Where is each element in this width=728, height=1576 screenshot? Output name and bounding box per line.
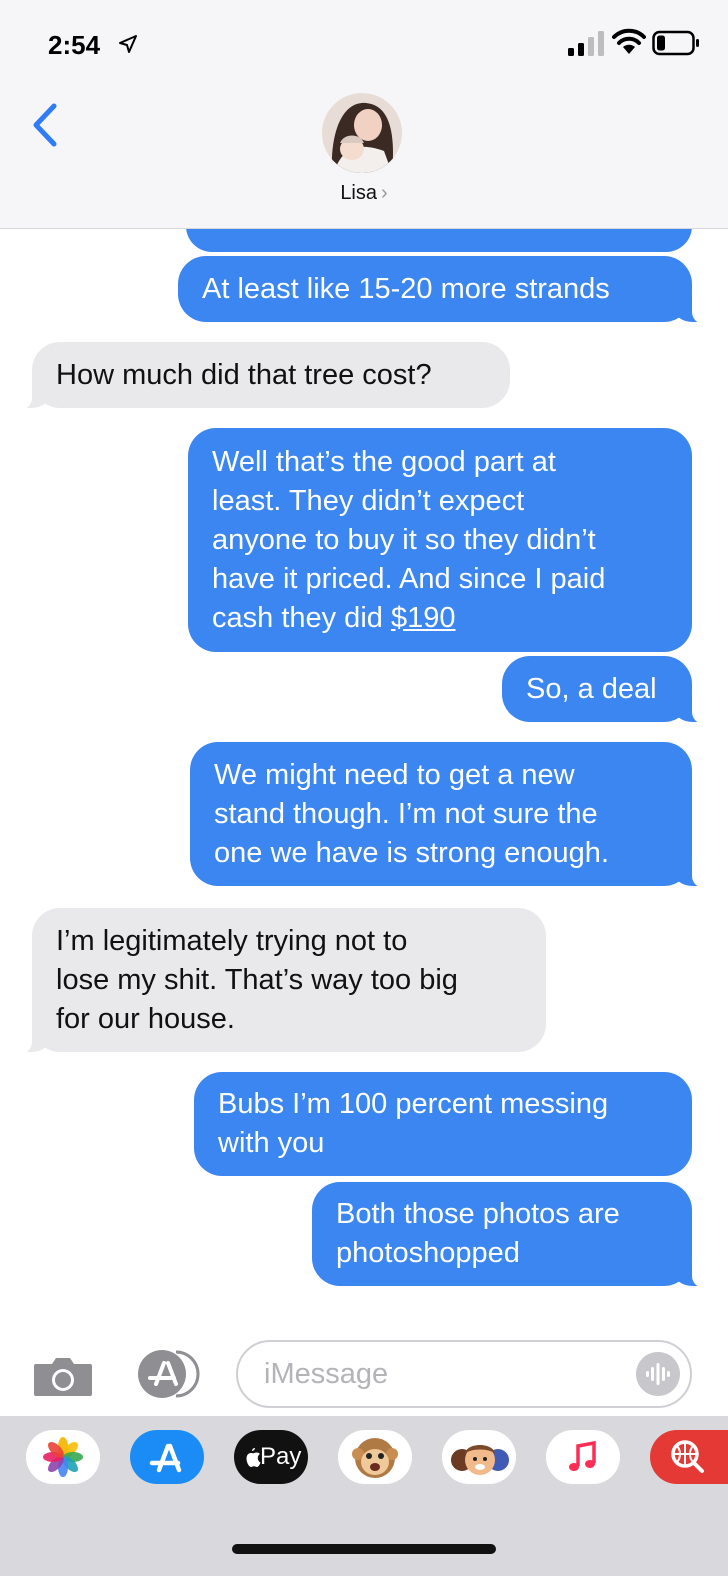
- message-text: At least like 15-20 more strands: [202, 272, 610, 305]
- message-bubble-sent[interactable]: At least like 15-20 more strands: [178, 256, 714, 324]
- message-text: stand though. I’m not sure the: [214, 797, 598, 830]
- web-search-app-icon[interactable]: [650, 1430, 728, 1484]
- message-bubble-sent[interactable]: Well that’s the good part at least. They…: [188, 428, 692, 652]
- message-text: lose my shit. That’s way too big: [56, 963, 458, 996]
- conversation-header: 2:54 Lisa ›: [0, 0, 728, 229]
- message-text-last-line: cash they did $190: [212, 599, 668, 638]
- photos-icon: [43, 1437, 83, 1477]
- message-text: Well that’s the good part at: [212, 445, 556, 478]
- message-text: So, a deal: [526, 672, 657, 705]
- contact-name-text: Lisa: [340, 182, 378, 204]
- message-text: for our house.: [56, 1002, 235, 1035]
- message-text: anyone to buy it so they didn’t: [212, 523, 596, 556]
- memoji-app-icon[interactable]: [442, 1430, 516, 1484]
- imessage-placeholder: iMessage: [264, 1358, 389, 1390]
- apple-pay-label: Pay: [260, 1443, 302, 1470]
- status-time: 2:54: [48, 30, 101, 60]
- memoji-icon: [451, 1445, 509, 1475]
- location-arrow-icon: [119, 35, 137, 53]
- wifi-icon: [612, 28, 646, 54]
- contact-photo: [322, 93, 402, 173]
- message-text: How much did that tree cost?: [56, 358, 432, 391]
- message-text: least. They didn’t expect: [212, 484, 525, 517]
- web-search-icon: [671, 1440, 704, 1473]
- music-icon: [569, 1440, 596, 1471]
- message-text: with you: [218, 1127, 325, 1159]
- animoji-app-icon[interactable]: [338, 1430, 412, 1484]
- message-text: I’m legitimately trying not to: [56, 924, 408, 957]
- message-text: Both those photos are: [336, 1198, 620, 1230]
- app-store-button-icon[interactable]: [136, 1348, 202, 1400]
- apple-pay-app-icon[interactable]: Pay: [234, 1430, 308, 1484]
- contact-avatar[interactable]: [322, 93, 402, 173]
- contact-name[interactable]: Lisa ›: [0, 182, 728, 205]
- back-chevron-icon[interactable]: [28, 100, 62, 150]
- chevron-right-icon: ›: [381, 182, 388, 204]
- message-text: Bubs I’m 100 percent messing: [218, 1088, 609, 1120]
- audio-record-icon[interactable]: [636, 1352, 680, 1396]
- price-link[interactable]: $190: [391, 602, 456, 634]
- battery-icon: [652, 30, 699, 56]
- home-indicator[interactable]: [232, 1544, 496, 1554]
- message-text: cash they did: [212, 601, 391, 634]
- app-store-icon: [149, 1443, 182, 1473]
- imessage-input[interactable]: iMessage: [236, 1340, 692, 1408]
- message-bubble-sent[interactable]: So, a deal: [502, 656, 714, 724]
- message-bubble-sent[interactable]: Bubs I’m 100 percent messing with you: [194, 1072, 692, 1176]
- message-text: photoshopped: [336, 1237, 520, 1269]
- message-bubble-received[interactable]: How much did that tree cost?: [10, 342, 510, 410]
- message-bubble-sent[interactable]: We might need to get a new stand though.…: [190, 742, 714, 888]
- message-bubble-received[interactable]: I’m legitimately trying not to lose my s…: [10, 908, 546, 1054]
- cellular-signal-icon: [568, 31, 604, 56]
- message-text: one we have is strong enough.: [214, 836, 609, 869]
- camera-icon[interactable]: [32, 1354, 94, 1398]
- animoji-icon: [352, 1438, 398, 1478]
- message-text: have it priced. And since I paid: [212, 562, 606, 595]
- photos-app-icon[interactable]: [26, 1430, 100, 1484]
- app-store-app-icon[interactable]: [130, 1430, 204, 1484]
- music-app-icon[interactable]: [546, 1430, 620, 1484]
- message-text: We might need to get a new: [214, 758, 575, 791]
- message-bubble-sent[interactable]: Both those photos are photoshopped: [312, 1182, 714, 1288]
